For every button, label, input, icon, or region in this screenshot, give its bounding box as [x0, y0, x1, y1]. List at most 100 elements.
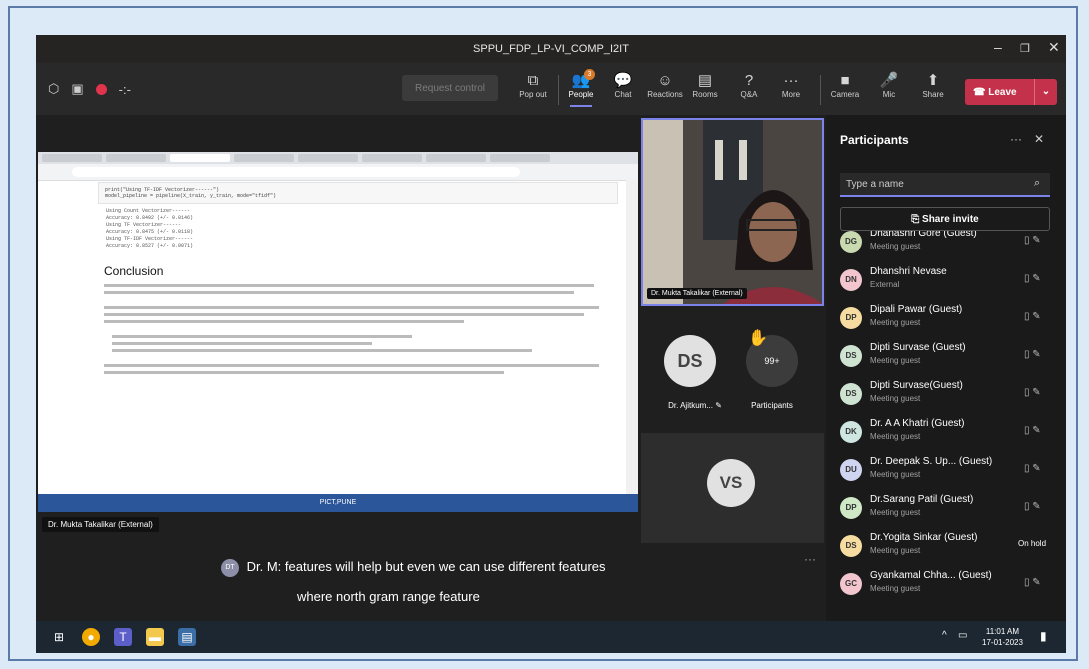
camera-off-icon: ▯: [1024, 577, 1030, 588]
participant-role: Meeting guest: [870, 242, 921, 251]
shared-screen: print("Using TF-IDF Vectorizer------") m…: [38, 152, 638, 512]
presenter-video: [643, 120, 822, 304]
shield-icon: ⬡: [48, 81, 60, 96]
taskbar-clock[interactable]: 11:01 AM 17-01-2023: [982, 626, 1023, 648]
more-icon: ···: [783, 72, 799, 89]
participant-avatar: DP: [840, 307, 862, 329]
participant-avatar: DG: [840, 231, 862, 253]
reactions-icon: ☺: [657, 72, 673, 89]
participant-search-input[interactable]: [840, 173, 1050, 197]
participant-row[interactable]: DK Dr. A A Khatri (Guest) Meeting guest ▯ ✎: [826, 413, 1066, 451]
participants-count-button[interactable]: ✋ 99+: [746, 330, 798, 387]
caption-line-2: where north gram range feature: [297, 589, 480, 604]
rooms-label: Rooms: [692, 90, 718, 99]
presenter-name-chip: Dr. Mukta Takalikar (External): [42, 517, 159, 532]
more-label: More: [781, 90, 801, 99]
reactions-label: Reactions: [647, 90, 683, 99]
participant-avatar: GC: [840, 573, 862, 595]
leave-button[interactable]: ☎ Leave ⌄: [965, 79, 1057, 105]
share-invite-icon: ⎘: [911, 213, 920, 225]
text-line: [104, 320, 464, 323]
minimize-icon[interactable]: –: [994, 39, 1002, 55]
reactions-button[interactable]: ☺ Reactions: [646, 71, 684, 99]
chrome-icon[interactable]: ●: [82, 628, 100, 646]
camera-label: Camera: [830, 90, 860, 99]
output-line: Using TF Vectorizer------: [106, 222, 182, 228]
browser-tab: [234, 154, 294, 162]
notebook-document: print("Using TF-IDF Vectorizer------") m…: [98, 182, 618, 482]
text-line: [104, 306, 599, 309]
caption-speaker: Dr. M:: [246, 559, 282, 574]
camera-off-icon: ▯: [1024, 501, 1030, 512]
bullet-line: [112, 342, 372, 345]
participant-row[interactable]: DS Dr.Yogita Sinkar (Guest) Meeting guest O…: [826, 527, 1066, 565]
participant-role: Meeting guest: [870, 318, 921, 327]
browser-scrollbar[interactable]: [626, 180, 638, 494]
participant-role: External: [870, 280, 900, 289]
windows-start-icon[interactable]: ⊞: [50, 628, 68, 646]
participant-avatar: DS: [840, 535, 862, 557]
qa-button[interactable]: ? Q&A: [730, 71, 768, 99]
shared-taskbar-text: PICT,PUNE: [319, 499, 357, 506]
participant-row[interactable]: DS Dipti Survase(Guest) Meeting guest ▯ ✎: [826, 375, 1066, 413]
participant-row[interactable]: GC Gyankamal Chha... (Guest) Meeting guest…: [826, 565, 1066, 603]
participant-row[interactable]: DU Dr. Deepak S. Up... (Guest) Meeting gue…: [826, 451, 1066, 489]
close-icon[interactable]: ✕: [1048, 39, 1060, 56]
pop-out-icon: ⧉: [527, 72, 539, 89]
rooms-icon: ▤: [697, 72, 713, 89]
pop-out-label: Pop out: [519, 90, 547, 99]
close-icon[interactable]: ✕: [1034, 132, 1044, 146]
vs-video-tile[interactable]: VS: [641, 433, 824, 543]
toolbar-left-icons: ⬡ ▣ -:-: [48, 81, 131, 97]
tray-chevron-icon[interactable]: ^: [942, 630, 947, 641]
app-icon[interactable]: ▤: [178, 628, 196, 646]
more-icon[interactable]: ···: [1010, 132, 1022, 146]
maximize-icon[interactable]: ❐: [1020, 42, 1030, 55]
network-icon[interactable]: ▭: [958, 630, 967, 641]
people-badge: 3: [584, 69, 595, 80]
share-invite-button[interactable]: ⎘ Share invite: [840, 207, 1050, 231]
mic-button[interactable]: 🎤 Mic: [870, 71, 908, 99]
participant-name: Dr.Sarang Patil (Guest): [870, 494, 974, 505]
people-button[interactable]: 👥 3 People: [562, 69, 600, 107]
file-explorer-icon[interactable]: ▬: [146, 628, 164, 646]
shared-taskbar: PICT,PUNE: [38, 494, 638, 512]
request-control-button[interactable]: Request control: [402, 75, 498, 101]
participants-panel: Participants ··· ✕ ⌕ ⎘ Share invite DG Dh…: [826, 115, 1066, 621]
participant-row[interactable]: DP Dr.Sarang Patil (Guest) Meeting guest ▯ …: [826, 489, 1066, 527]
camera-button[interactable]: ■ Camera: [826, 71, 864, 99]
participant-actions: ▯ ✎: [1024, 387, 1041, 398]
ds-avatar: DS: [664, 335, 716, 387]
mic-off-icon: ✎: [1032, 577, 1041, 588]
participant-row[interactable]: DN Dhanshri Nevase External ▯ ✎: [826, 261, 1066, 299]
browser-tab-active: [170, 154, 230, 162]
participant-row[interactable]: DG Dhanashri Gore (Guest) Meeting guest ▯ ✎: [826, 231, 1066, 261]
participant-role: Meeting guest: [870, 470, 921, 479]
camera-off-icon: ▯: [1024, 425, 1030, 436]
output-line: Using TF-IDF Vectorizer------: [106, 236, 194, 242]
leave-label: Leave: [988, 86, 1017, 98]
qa-label: Q&A: [740, 90, 758, 99]
more-button[interactable]: ··· More: [772, 71, 810, 99]
participant-row[interactable]: DS Dipti Survase (Guest) Meeting guest ▯ ✎: [826, 337, 1066, 375]
participant-row[interactable]: DP Dipali Pawar (Guest) Meeting guest ▯ ✎: [826, 299, 1066, 337]
participant-actions: ▯ ✎: [1024, 235, 1041, 246]
participant-list: DG Dhanashri Gore (Guest) Meeting guest ▯ ✎…: [826, 231, 1066, 621]
notification-icon[interactable]: ▮: [1040, 629, 1047, 643]
chat-button[interactable]: 💬 Chat: [604, 71, 642, 99]
camera-icon: ■: [840, 72, 850, 89]
rooms-button[interactable]: ▤ Rooms: [686, 71, 724, 99]
url-field: [72, 167, 520, 177]
people-label: People: [568, 90, 594, 99]
clock-date: 17-01-2023: [982, 638, 1023, 647]
teams-icon[interactable]: T: [114, 628, 132, 646]
text-line: [104, 291, 574, 294]
share-button[interactable]: ⬆ Share: [914, 71, 952, 99]
browser-tab: [362, 154, 422, 162]
text-line: [104, 371, 504, 374]
chevron-down-icon[interactable]: ⌄: [1034, 79, 1057, 105]
bullet-line: [112, 335, 412, 338]
pop-out-button[interactable]: ⧉ Pop out: [514, 71, 552, 99]
presenter-video-tile[interactable]: Dr. Mukta Takalikar (External): [641, 118, 824, 306]
participant-actions: ▯ ✎: [1024, 311, 1041, 322]
